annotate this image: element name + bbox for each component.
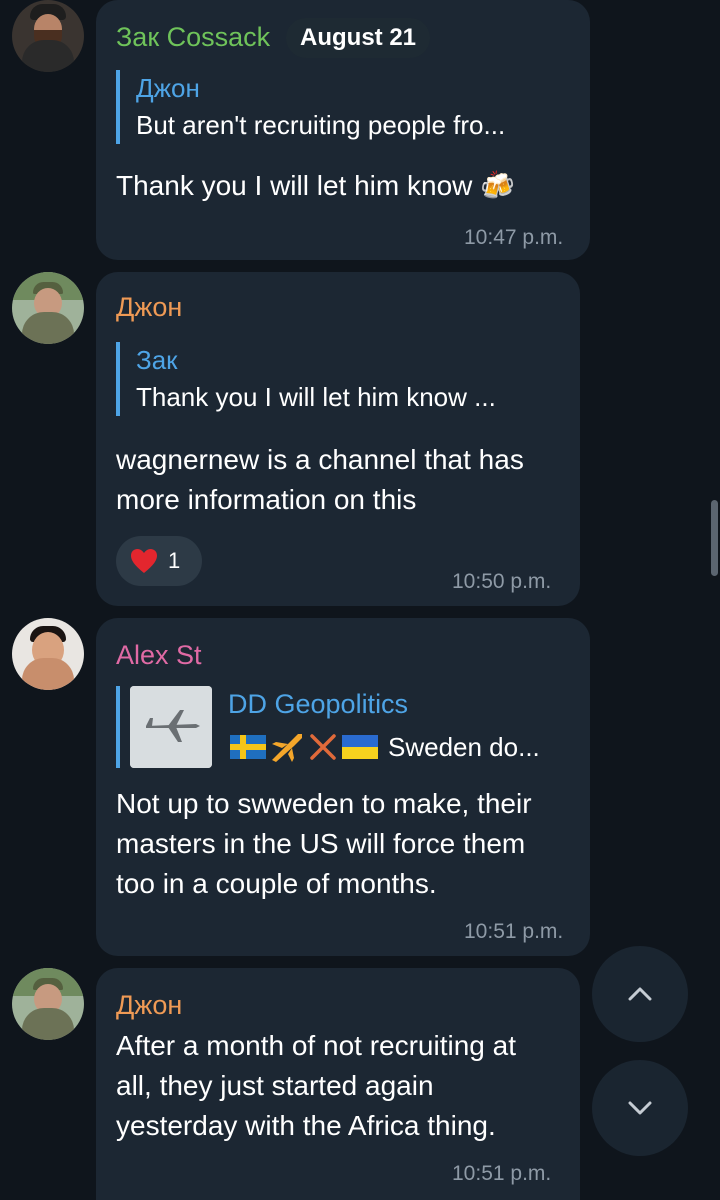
reply-quote[interactable]: Джон But aren't recruiting people fro... xyxy=(116,70,505,144)
reply-author: Зак xyxy=(136,345,178,375)
message-line: wagnernew is a channel that has xyxy=(116,444,524,475)
message-text: wagnernew is a channel that has more inf… xyxy=(116,440,524,520)
avatar[interactable] xyxy=(12,618,84,690)
message-time: 10:50 p.m. xyxy=(452,570,552,593)
message-text: Not up to swweden to make, their masters… xyxy=(116,784,532,904)
message-time: 10:51 p.m. xyxy=(464,920,564,943)
sender-name[interactable]: Джон xyxy=(116,990,182,1021)
chevron-up-icon xyxy=(628,987,652,1001)
scroll-up-button[interactable] xyxy=(592,946,688,1042)
scrollbar[interactable] xyxy=(711,500,718,576)
reply-text: But aren't recruiting people fro... xyxy=(136,110,506,140)
reaction-button[interactable]: 1 xyxy=(116,536,202,586)
cross-mark-icon xyxy=(310,734,336,760)
date-pill: August 21 xyxy=(286,18,431,58)
message-line: too in a couple of months. xyxy=(116,868,437,899)
message-text: Thank you I will let him know 🍻 xyxy=(116,170,515,201)
message-line: Not up to swweden to make, their xyxy=(116,788,532,819)
avatar[interactable] xyxy=(12,0,84,72)
fighter-jet-icon xyxy=(130,686,212,768)
heart-icon xyxy=(131,549,157,573)
message-time: 10:51 p.m. xyxy=(452,1162,552,1185)
reply-quote[interactable]: DD Geopolitics Sweden do... xyxy=(116,686,580,768)
avatar[interactable] xyxy=(12,272,84,344)
sweden-flag-icon xyxy=(230,735,266,759)
reaction-count: 1 xyxy=(168,548,181,573)
sender-name[interactable]: Alex St xyxy=(116,640,202,671)
avatar[interactable] xyxy=(12,968,84,1040)
reply-author: DD Geopolitics xyxy=(228,689,409,719)
message-bubble[interactable]: Alex St DD Geopolitics Sweden do... Not … xyxy=(96,618,590,956)
message-line: After a month of not recruiting at xyxy=(116,1030,516,1061)
message-bubble[interactable]: Джон Зак Thank you I will let him know .… xyxy=(96,272,580,606)
fighter-jet-icon xyxy=(272,734,302,762)
reply-thumbnail xyxy=(130,686,212,768)
message-bubble[interactable]: Джон After a month of not recruiting at … xyxy=(96,968,580,1200)
message-line: yesterday with the Africa thing. xyxy=(116,1110,496,1141)
scroll-down-button[interactable] xyxy=(592,1060,688,1156)
message-text: After a month of not recruiting at all, … xyxy=(116,1026,516,1146)
sender-name[interactable]: Зак Cossack xyxy=(116,22,270,53)
message-line: more information on this xyxy=(116,484,417,515)
reply-text: Thank you I will let him know ... xyxy=(136,382,496,412)
reply-text: Sweden do... xyxy=(388,732,540,762)
sender-name[interactable]: Джон xyxy=(116,292,182,323)
reply-author: Джон xyxy=(136,73,200,103)
reply-preview: Sweden do... xyxy=(230,728,540,766)
ukraine-flag-icon xyxy=(342,735,378,759)
reply-quote[interactable]: Зак Thank you I will let him know ... xyxy=(116,342,496,416)
message-line: all, they just started again xyxy=(116,1070,434,1101)
message-line: masters in the US will force them xyxy=(116,828,526,859)
chevron-down-icon xyxy=(628,1101,652,1115)
message-time: 10:47 p.m. xyxy=(464,226,564,249)
